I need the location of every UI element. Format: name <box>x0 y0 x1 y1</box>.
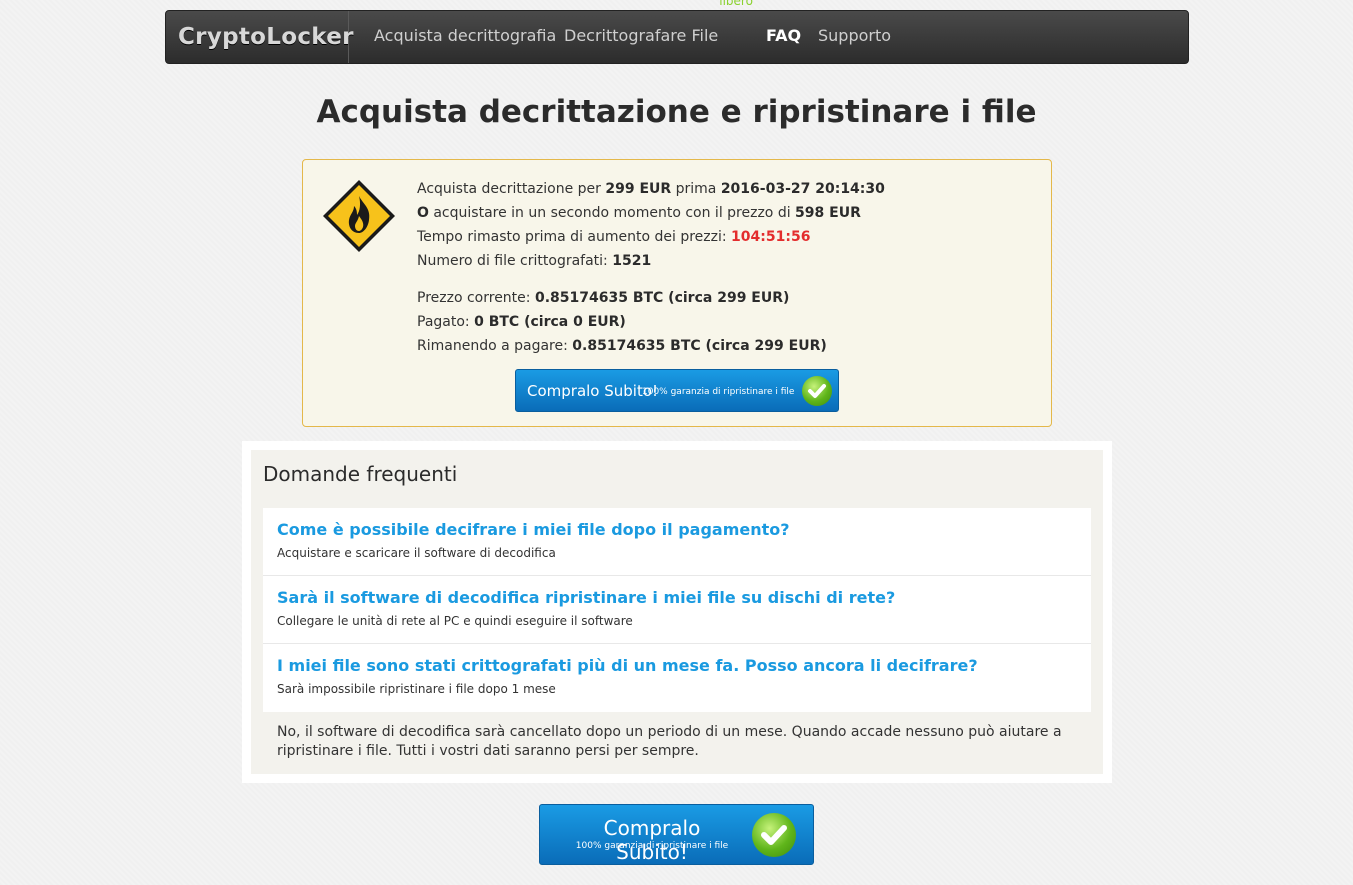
nav-item-faq[interactable]: FAQ <box>766 11 801 61</box>
faq-question-link[interactable]: Come è possibile decifrare i miei file d… <box>277 520 790 539</box>
price-line: Acquista decrittazione per 299 EUR prima… <box>417 181 885 197</box>
nav-item-acquista[interactable]: Acquista decrittografia <box>374 11 556 61</box>
faq-item: Sarà il software di decodifica ripristin… <box>263 576 1091 644</box>
faq-answer: Acquistare e scaricare il software di de… <box>277 546 556 560</box>
buy-button-label: Compralo Subito! <box>527 382 659 400</box>
payment-info-box: Acquista decrittazione per 299 EUR prima… <box>302 159 1052 427</box>
nav-item-supporto[interactable]: Supporto <box>818 11 891 61</box>
file-count-line: Numero di file crittografati: 1521 <box>417 253 652 269</box>
faq-note: No, il software di decodifica sarà cance… <box>277 724 1062 759</box>
bottom-buy-button-label: Compralo Subito! <box>603 816 701 864</box>
countdown-timer: 104:51:56 <box>731 229 811 245</box>
timer-line: Tempo rimasto prima di aumento dei prezz… <box>417 229 811 245</box>
buy-now-button[interactable]: Compralo Subito! 100% garanzia di ripris… <box>515 369 839 412</box>
bottom-buy-button-sub: 100% garanzia di ripristinare i file <box>575 841 729 851</box>
faq-answer: Collegare le unità di rete al PC e quind… <box>277 614 633 628</box>
nav-item-decrittografare[interactable]: Decrittografare File libero <box>564 0 753 61</box>
later-price-line: O acquistare in un secondo momento con i… <box>417 205 861 221</box>
fire-warning-icon <box>323 180 395 252</box>
checkmark-icon <box>802 376 832 406</box>
faq-title: Domande frequenti <box>263 462 458 486</box>
free-badge: libero <box>719 0 753 8</box>
price-value: 299 EUR <box>605 181 672 197</box>
checkmark-icon <box>752 813 796 857</box>
later-price-value: 598 EUR <box>795 205 861 221</box>
nav-item-label: Decrittografare File <box>564 26 719 45</box>
faq-item: I miei file sono stati crittografati più… <box>263 644 1091 712</box>
faq-item: Come è possibile decifrare i miei file d… <box>263 508 1091 576</box>
file-count: 1521 <box>612 253 652 269</box>
faq-question-link[interactable]: Sarà il software di decodifica ripristin… <box>277 588 895 607</box>
buy-button-sub: 100% garanzia di ripristinare i file <box>642 387 795 397</box>
brand-logo[interactable]: CryptoLocker <box>166 11 353 63</box>
bottom-buy-now-button[interactable]: Compralo Subito! 100% garanzia di ripris… <box>539 804 814 865</box>
faq-list: Come è possibile decifrare i miei file d… <box>263 508 1091 712</box>
paid-line: Pagato: 0 BTC (circa 0 EUR) <box>417 314 626 330</box>
payment-details: Acquista decrittazione per 299 EUR prima… <box>417 177 885 358</box>
faq-answer: Sarà impossibile ripristinare i file dop… <box>277 682 556 696</box>
remaining-line: Rimanendo a pagare: 0.85174635 BTC (circ… <box>417 338 827 354</box>
deadline-date: 2016-03-27 20:14:30 <box>720 181 885 197</box>
faq-question-link[interactable]: I miei file sono stati crittografati più… <box>277 656 978 675</box>
current-price-line: Prezzo corrente: 0.85174635 BTC (circa 2… <box>417 290 790 306</box>
page-title: Acquista decrittazione e ripristinare i … <box>316 94 1037 130</box>
top-navbar: CryptoLocker Acquista decrittografia Dec… <box>165 0 1189 64</box>
